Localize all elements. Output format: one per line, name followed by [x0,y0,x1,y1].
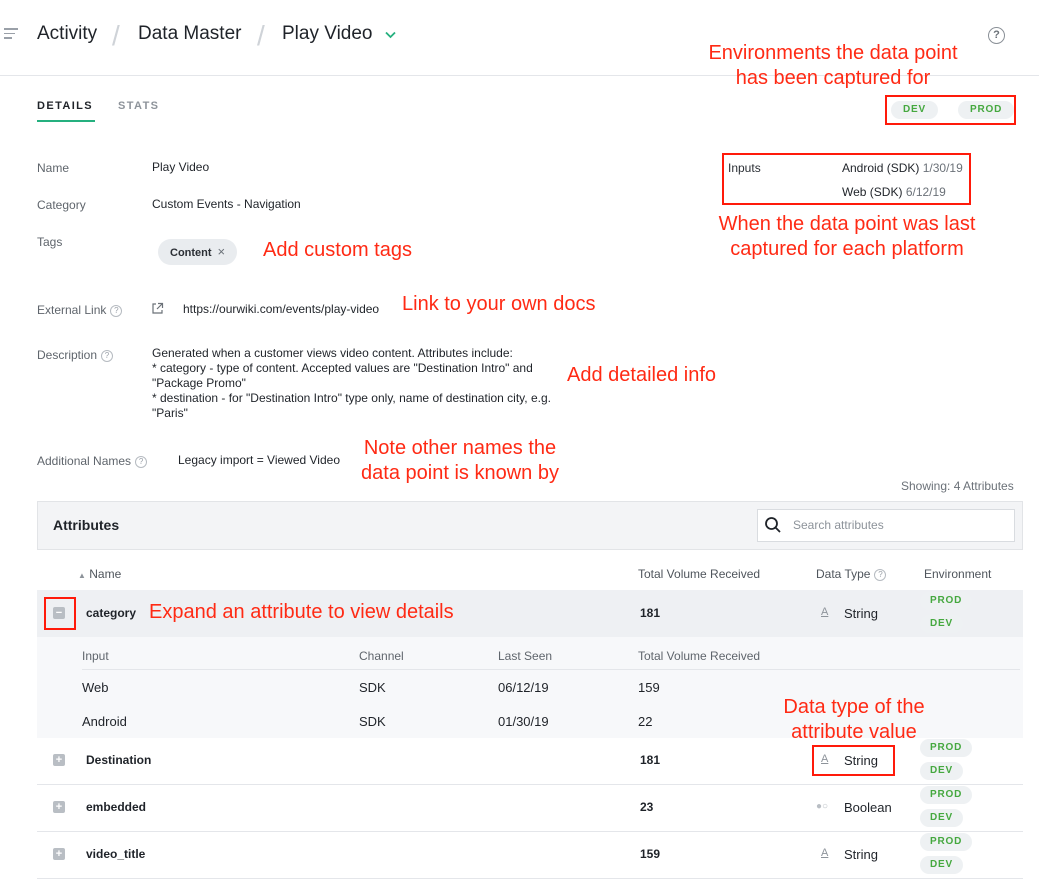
description-value[interactable]: Generated when a customer views video co… [152,346,551,421]
sub-column-input: Input [82,649,109,663]
tab-details-underline [37,120,95,122]
string-icon: A [821,753,829,765]
question-icon[interactable]: ? [874,568,887,581]
search-placeholder: Search attributes [793,518,884,532]
search-icon [765,517,781,533]
tab-stats[interactable]: STATS [118,100,159,112]
external-link-value[interactable]: https://ourwiki.com/events/play-video [183,302,379,316]
external-link-label: External Link? [37,303,123,317]
tag-label: Content [170,247,212,259]
sub-row-channel: SDK [359,714,386,729]
annotation-data-type: Data type of the attribute value [783,696,925,743]
name-value[interactable]: Play Video [152,160,209,174]
boolean-icon: ●○ [816,801,829,812]
annotation-last-captured: When the data point was last captured fo… [718,213,976,260]
env-pill-dev: DEV [920,856,963,874]
breadcrumb-separator: / [112,20,120,51]
sort-ascending-icon: ▲ [78,571,86,580]
category-value[interactable]: Custom Events - Navigation [152,197,301,211]
sub-row-last-seen: 01/30/19 [498,714,549,729]
annotation-detailed: Add detailed info [567,364,717,386]
column-name[interactable]: ▲ Name [78,567,121,581]
expand-icon[interactable]: + [53,848,65,860]
sub-column-last-seen: Last Seen [498,649,553,663]
env-pill-prod: PROD [920,833,973,851]
breadcrumb-activity[interactable]: Activity [37,23,97,45]
question-icon[interactable]: ? [135,455,148,468]
attribute-name[interactable]: video_title [86,847,145,861]
attribute-volume: 23 [640,800,654,814]
additional-names-label: Additional Names? [37,454,148,468]
env-pill-dev: DEV [920,762,963,780]
question-icon[interactable]: ? [110,304,123,317]
attribute-type: String [844,847,878,862]
attribute-name[interactable]: Destination [86,753,151,767]
attribute-volume: 181 [640,753,661,767]
annotation-environments: Environments the data point has been cap… [708,42,958,89]
annotation-tags: Add custom tags [263,239,412,261]
input-row-web: Web (SDK) 6/12/19 [842,185,946,199]
input-source: Android (SDK) [842,161,920,175]
env-pill-prod: PROD [920,786,973,804]
attributes-title: Attributes [53,517,120,533]
question-icon[interactable]: ? [101,349,114,362]
chevron-down-icon[interactable] [385,31,396,39]
divider [82,669,1020,670]
input-row-android: Android (SDK) 1/30/19 [842,161,963,175]
string-icon: A [821,847,829,859]
attribute-volume: 181 [640,606,661,620]
additional-names-value[interactable]: Legacy import = Viewed Video [178,453,340,467]
sub-row-input: Android [82,714,127,729]
sub-row-last-seen: 06/12/19 [498,680,549,695]
sub-row-volume: 159 [638,680,660,695]
attribute-type: String [844,753,878,768]
string-icon: A [821,606,829,618]
attribute-type: Boolean [844,800,892,815]
env-pill-prod: PROD [958,101,1015,119]
breadcrumb-data-master[interactable]: Data Master [138,23,241,45]
breadcrumb-play-video[interactable]: Play Video [282,23,373,45]
sub-column-total-volume: Total Volume Received [638,649,761,663]
name-label: Name [37,161,70,175]
description-label: Description? [37,348,114,362]
tab-details[interactable]: DETAILS [37,100,93,112]
env-pill-dev: DEV [920,809,963,827]
category-label: Category [37,198,86,212]
sub-row-volume: 22 [638,714,653,729]
attribute-type: String [844,606,878,621]
env-pill-dev: DEV [920,615,963,633]
tags-label: Tags [37,235,63,249]
input-source: Web (SDK) [842,185,903,199]
annotation-other-names: Note other names the data point is known… [361,437,559,484]
divider [37,784,1023,785]
attribute-name[interactable]: embedded [86,800,146,814]
help-icon[interactable]: ? [988,27,1005,44]
divider [37,878,1023,879]
env-pill-prod: PROD [920,592,973,610]
sub-row-channel: SDK [359,680,386,695]
expand-icon[interactable]: + [53,801,65,813]
sub-column-channel: Channel [359,649,404,663]
collapse-icon[interactable]: − [53,607,65,619]
divider [37,831,1023,832]
annotation-expand: Expand an attribute to view details [149,601,454,623]
tag-chip[interactable]: Content × [158,239,238,265]
showing-count: Showing: 4 Attributes [901,479,1014,493]
attribute-name: category [86,606,137,620]
annotation-docs: Link to your own docs [402,293,596,315]
env-pill-dev: DEV [891,101,938,119]
inputs-label: Inputs [728,161,761,175]
attribute-volume: 159 [640,847,661,861]
expand-icon[interactable]: + [53,754,65,766]
external-link-icon[interactable] [151,302,164,315]
column-total-volume[interactable]: Total Volume Received [638,567,760,581]
breadcrumb-separator: / [257,20,265,51]
sub-row-input: Web [82,680,109,695]
column-environment[interactable]: Environment [924,567,991,581]
input-date: 6/12/19 [905,185,946,199]
input-date: 1/30/19 [922,161,963,175]
column-data-type[interactable]: Data Type? [816,567,887,581]
close-icon[interactable]: × [218,244,226,259]
hamburger-menu-icon[interactable] [4,28,18,42]
